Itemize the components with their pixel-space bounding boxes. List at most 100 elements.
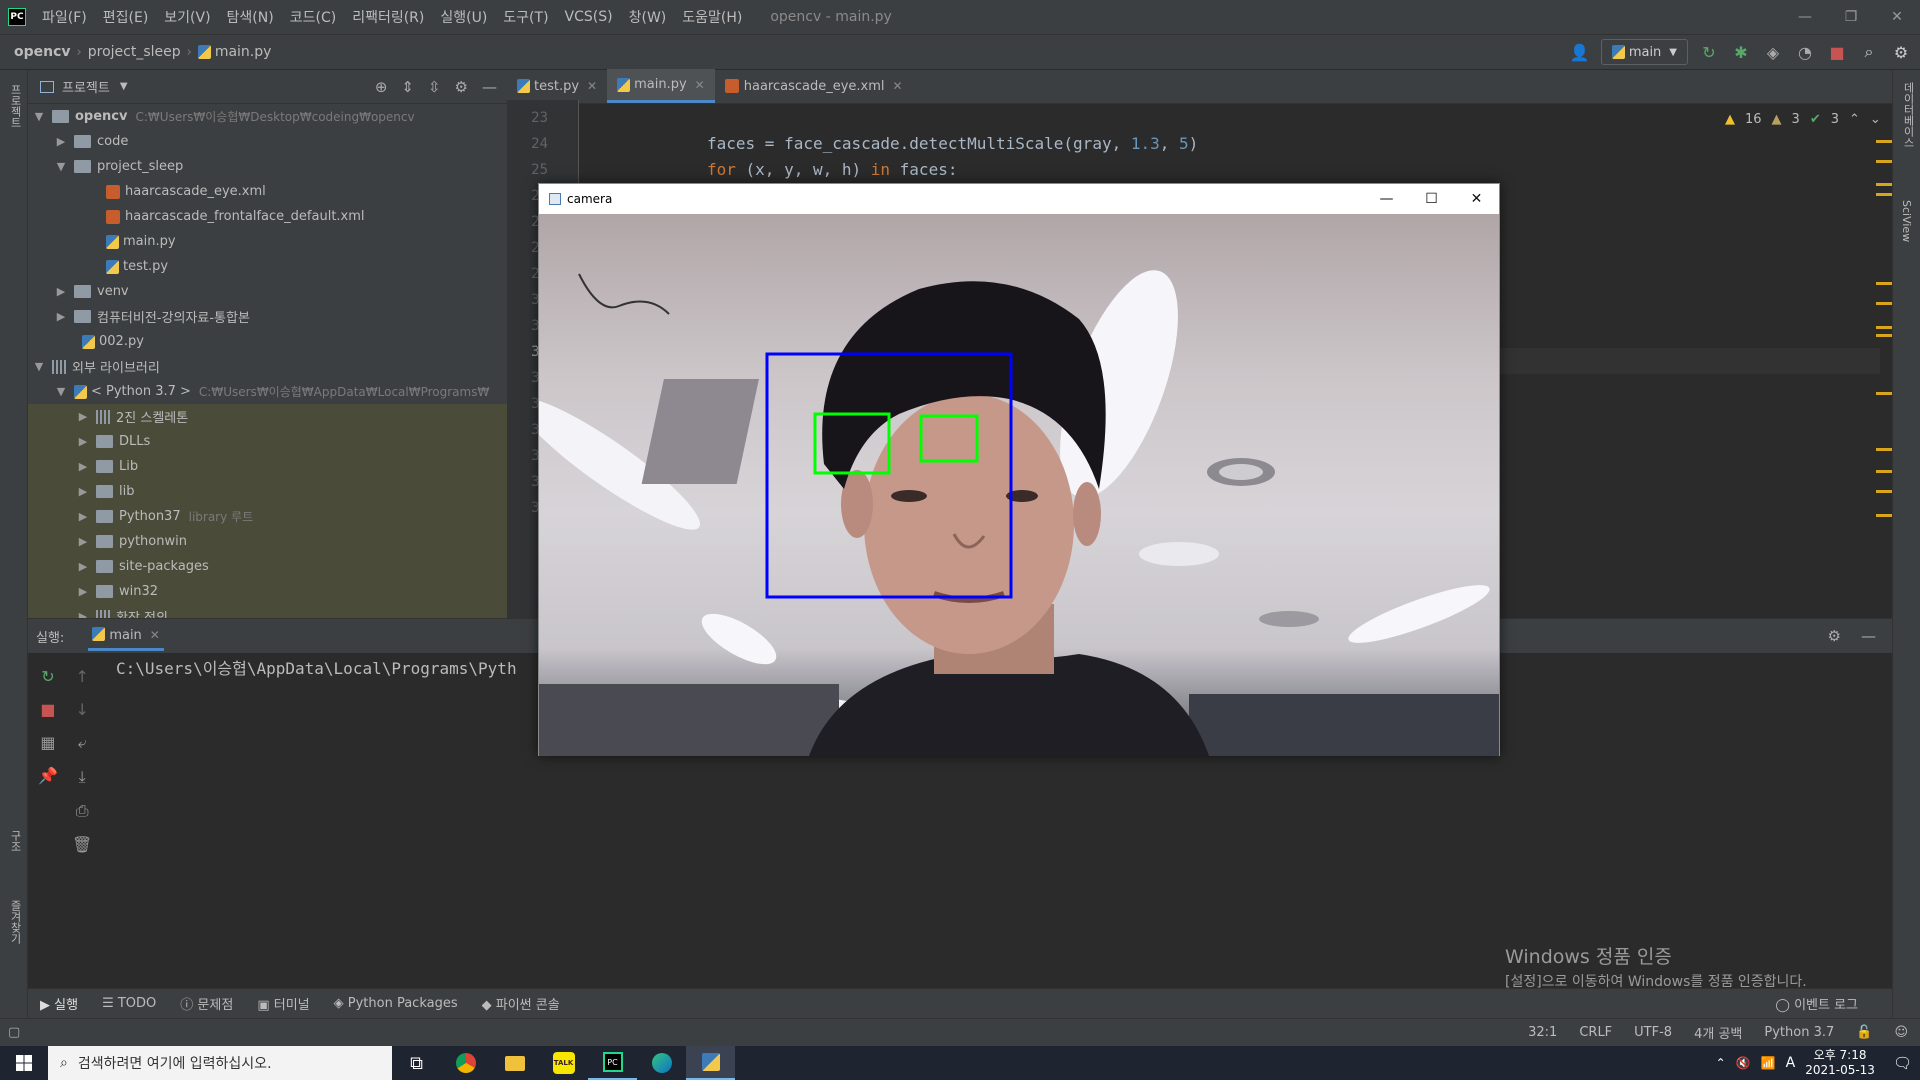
error-stripe-mark[interactable] xyxy=(1876,334,1892,337)
restore-icon[interactable]: ❐ xyxy=(1828,9,1874,25)
collapse-all-icon[interactable]: ⇳ xyxy=(428,78,441,96)
soft-wrap-icon[interactable]: ⤶ xyxy=(78,733,87,753)
error-stripe-mark[interactable] xyxy=(1876,282,1892,285)
taskbar-search[interactable]: ⌕ 검색하려면 여기에 입력하십시오. xyxy=(48,1046,392,1080)
error-stripe-mark[interactable] xyxy=(1876,514,1892,517)
hide-icon[interactable]: — xyxy=(1861,627,1876,645)
error-stripe-mark[interactable] xyxy=(1876,490,1892,493)
notification-icon[interactable]: 🗨 xyxy=(1893,1054,1912,1072)
python-interpreter[interactable]: Python 3.7 xyxy=(1764,1025,1834,1040)
breadcrumb-file[interactable]: main.py xyxy=(215,44,272,60)
tab-todo[interactable]: ☰ TODO xyxy=(102,996,156,1011)
pin-icon[interactable]: 📌 xyxy=(38,766,58,785)
tab-python-console[interactable]: ◆ 파이썬 콘솔 xyxy=(482,994,560,1013)
menu-run[interactable]: 실행(U) xyxy=(432,7,495,27)
tree-item-lib[interactable]: ▶ lib xyxy=(28,479,507,504)
user-icon[interactable]: 👤 xyxy=(1569,43,1591,62)
debug-icon[interactable]: ✱ xyxy=(1730,43,1752,62)
tab-eye-xml[interactable]: haarcascade_eye.xml ✕ xyxy=(715,69,913,103)
menu-code[interactable]: 코드(C) xyxy=(282,7,344,27)
tool-windows-icon[interactable]: ▢ xyxy=(8,1025,20,1040)
close-icon[interactable]: ✕ xyxy=(1454,191,1499,207)
breadcrumb-project[interactable]: opencv xyxy=(14,44,71,60)
close-icon[interactable]: ✕ xyxy=(587,79,597,93)
lock-icon[interactable]: 🔓 xyxy=(1856,1025,1872,1040)
chevron-down-icon[interactable]: ⌄ xyxy=(1870,112,1881,127)
menu-navigate[interactable]: 탐색(N) xyxy=(219,7,282,27)
tab-test-py[interactable]: test.py ✕ xyxy=(507,69,607,103)
tab-problems[interactable]: ⓘ 문제점 xyxy=(180,994,233,1013)
gear-icon[interactable]: ⚙ xyxy=(1890,43,1912,62)
file-encoding[interactable]: UTF-8 xyxy=(1634,1025,1672,1040)
tree-item-external-libs[interactable]: ▼ 외부 라이브러리 xyxy=(28,354,160,379)
project-panel-title[interactable]: 프로젝트 xyxy=(62,77,110,96)
volume-muted-icon[interactable]: 🔇 xyxy=(1736,1056,1751,1070)
tree-item-python37[interactable]: ▶ Python37 library 루트 xyxy=(28,504,507,529)
chevron-up-icon[interactable]: ⌃ xyxy=(1716,1056,1726,1070)
expand-all-icon[interactable]: ⇕ xyxy=(401,78,414,96)
error-stripe-mark[interactable] xyxy=(1876,470,1892,473)
tool-window-database[interactable]: 데이터베이스 xyxy=(1900,82,1916,148)
kakaotalk-icon[interactable]: TALK xyxy=(539,1046,588,1080)
error-stripe-mark[interactable] xyxy=(1876,326,1892,329)
error-stripe-mark[interactable] xyxy=(1876,193,1892,196)
tree-item-dlls[interactable]: ▶ DLLs xyxy=(28,429,507,454)
tree-item-code[interactable]: ▶ code xyxy=(28,129,129,154)
tool-window-favorites[interactable]: 즐겨찾기 xyxy=(7,900,23,944)
tab-python-packages[interactable]: ◈ Python Packages xyxy=(334,996,458,1011)
tab-main-py[interactable]: main.py ✕ xyxy=(607,69,715,103)
tree-item-site-packages[interactable]: ▶ site-packages xyxy=(28,554,507,579)
file-explorer-icon[interactable] xyxy=(490,1046,539,1080)
search-icon[interactable]: ⌕ xyxy=(1858,42,1880,62)
tool-window-project[interactable]: 프로젝트 xyxy=(7,84,23,128)
gear-icon[interactable]: ⚙ xyxy=(455,78,468,96)
error-stripe-mark[interactable] xyxy=(1876,183,1892,186)
menu-view[interactable]: 보기(V) xyxy=(156,7,218,27)
locate-icon[interactable]: ⊕ xyxy=(375,78,388,96)
hide-icon[interactable]: — xyxy=(482,78,497,96)
menu-edit[interactable]: 편집(E) xyxy=(95,7,157,27)
line-separator[interactable]: CRLF xyxy=(1579,1025,1612,1040)
tree-item-pythonwin[interactable]: ▶ pythonwin xyxy=(28,529,507,554)
tree-item-python37-sdk[interactable]: ▼ < Python 3.7 > C:₩Users₩이승협₩AppData₩Loca… xyxy=(28,379,490,404)
tree-item-test-py[interactable]: test.py xyxy=(28,254,168,279)
scroll-to-end-icon[interactable]: ⤓ xyxy=(79,767,86,787)
tab-terminal[interactable]: ▣ 터미널 xyxy=(257,994,309,1013)
ime-indicator[interactable]: A xyxy=(1786,1055,1796,1071)
inspection-widget[interactable]: ▲ 16 ▲ 3 ✔ 3 ⌃ ⌄ xyxy=(1725,112,1881,127)
task-view-icon[interactable]: ⧉ xyxy=(392,1046,441,1080)
tool-window-sciview[interactable]: SciView xyxy=(1900,200,1913,242)
rerun-icon[interactable]: ↻ xyxy=(1698,43,1720,62)
error-stripe-mark[interactable] xyxy=(1876,302,1892,305)
code-line-24[interactable]: faces = face_cascade.detectMultiScale(gr… xyxy=(707,134,1198,153)
console-output[interactable]: C:\Users\이승협\AppData\Local\Programs\Pyth xyxy=(116,655,517,679)
pycharm-icon[interactable]: PC xyxy=(588,1046,637,1080)
python-app-icon[interactable] xyxy=(686,1046,735,1080)
menu-file[interactable]: 파일(F) xyxy=(34,7,95,27)
menu-tools[interactable]: 도구(T) xyxy=(495,7,556,27)
tree-item-project-sleep[interactable]: ▼ project_sleep xyxy=(28,154,184,179)
indent-setting[interactable]: 4개 공백 xyxy=(1694,1023,1742,1042)
tree-item-eye-xml[interactable]: haarcascade_eye.xml xyxy=(28,179,266,204)
tab-run[interactable]: ▶ 실행 xyxy=(40,994,78,1013)
code-line-25[interactable]: for (x, y, w, h) in faces: xyxy=(707,160,957,179)
trash-icon[interactable]: 🗑 xyxy=(72,835,92,854)
gear-icon[interactable]: ⚙ xyxy=(1828,627,1841,645)
layout-icon[interactable]: ▦ xyxy=(40,733,55,752)
chevron-up-icon[interactable]: ⌃ xyxy=(1849,112,1860,127)
minimize-icon[interactable]: — xyxy=(1364,191,1409,207)
tree-item-face-xml[interactable]: haarcascade_frontalface_default.xml xyxy=(28,204,365,229)
clock[interactable]: 오후 7:18 2021-05-13 xyxy=(1805,1048,1875,1078)
tree-item-lecture[interactable]: ▶ 컴퓨터비전-강의자료-통합본 xyxy=(28,304,250,329)
error-stripe-mark[interactable] xyxy=(1876,140,1892,143)
chevron-down-icon[interactable]: ▼ xyxy=(120,81,128,92)
stop-icon[interactable]: ■ xyxy=(1826,43,1848,62)
close-icon[interactable]: ✕ xyxy=(1874,9,1920,25)
error-stripe-mark[interactable] xyxy=(1876,392,1892,395)
menu-vcs[interactable]: VCS(S) xyxy=(557,9,621,25)
arrow-up-icon[interactable]: ↑ xyxy=(75,667,88,686)
chrome-icon[interactable] xyxy=(441,1046,490,1080)
event-log-button[interactable]: ◯ 이벤트 로그 xyxy=(1775,994,1858,1013)
network-icon[interactable]: 📶 xyxy=(1761,1056,1776,1070)
menu-window[interactable]: 창(W) xyxy=(621,7,675,27)
